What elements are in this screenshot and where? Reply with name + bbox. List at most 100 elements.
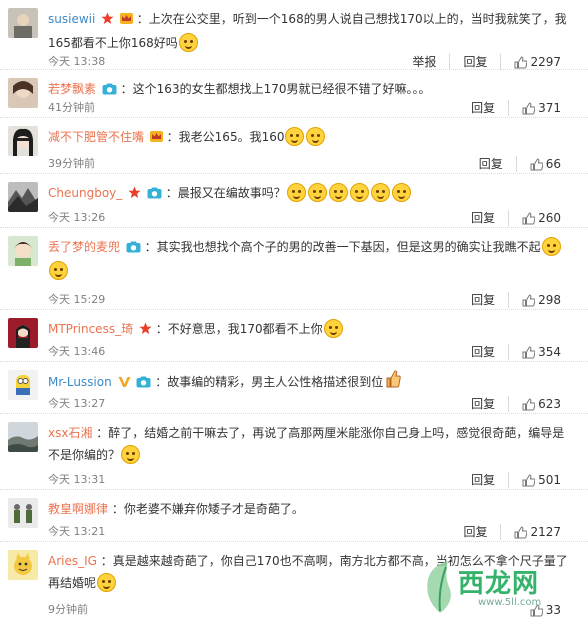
comment-body: ：我老公165。我160 [166,130,285,144]
thumbs-up-icon [522,211,536,224]
comment-time: 今天 13:27 [48,397,106,410]
comment-time: 今天 13:38 [48,55,106,68]
avatar[interactable] [8,498,38,528]
avatar[interactable] [8,126,38,156]
comment-item: Cheungboy_ ：晨报又在编故事吗？ 今天 13:26 回复 260 [0,174,588,228]
reply-button[interactable]: 回复 [458,472,508,488]
comment-actions: 回复 260 [458,210,574,226]
reply-button[interactable]: 回复 [466,156,516,172]
comment-item: 减不下肥管不住嘴 ：我老公165。我160 39分钟前 回复 66 [0,118,588,174]
comment-body: ：你老婆不嫌弃你矮子才是奇葩了。 [111,502,304,516]
like-count: 66 [545,157,561,171]
comment-item: 丢了梦的麦兜 ：其实我也想找个高个子的男的改善一下基因，但是这男的确实让我瞧不起… [0,228,588,310]
username-link[interactable]: MTPrincess_琦 [48,322,133,336]
username-link[interactable]: 教皇啊娜律 [48,502,108,516]
username-link[interactable]: 丢了梦的麦兜 [48,240,120,254]
like-button[interactable]: 66 [515,156,574,172]
comment-body: ：这个163的女生都想找上170男就已经很不错了好嘛。。。 [120,82,431,96]
avatar[interactable] [8,182,38,212]
sleepy-emoji-icon [349,183,369,202]
like-button[interactable]: 2297 [500,54,574,70]
comment-time: 41分钟前 [48,101,95,114]
avatar[interactable] [8,318,38,348]
comment-time: 39分钟前 [48,157,95,170]
avatar[interactable] [8,8,38,38]
think-emoji-icon [307,183,327,202]
reply-button[interactable]: 回复 [458,210,508,226]
thumbs-up-emoji-icon [385,370,401,395]
comment-item: susiewii ：上次在公交里，听到一个168的男人说自己想找170以上的，当… [0,0,588,70]
username-link[interactable]: 减不下肥管不住嘴 [48,130,144,144]
avatar[interactable] [8,370,38,400]
sleepy-emoji-icon [328,183,348,202]
comment-text: 若梦飘素 ：这个163的女生都想找上170男就已经很不错了好嘛。。。 [48,78,574,102]
reply-button[interactable]: 回复 [458,344,508,360]
like-button[interactable]: 260 [508,210,574,226]
reply-button[interactable]: 回复 [450,524,500,540]
verified-v-icon [118,373,131,395]
think-emoji-icon [286,183,306,202]
comment-text: Mr-Lussion ：故事编的精彩，男主人公性格描述很到位 [48,370,574,395]
comment-text: 教皇啊娜律 ：你老婆不嫌弃你矮子才是奇葩了。 [48,498,574,520]
like-button[interactable]: 623 [508,396,574,412]
red-star-icon [101,10,114,32]
comment-actions: 回复 623 [458,396,574,412]
avatar[interactable] [8,422,38,452]
avatar[interactable] [8,236,38,266]
like-button[interactable]: 298 [508,292,574,308]
site-watermark: 西龙网 www.5ll.com [418,557,578,617]
red-star-icon [139,320,152,342]
username-link[interactable]: susiewii [48,12,95,26]
comment-list: susiewii ：上次在公交里，听到一个168的男人说自己想找170以上的，当… [0,0,588,622]
comment-actions: 回复 354 [458,344,574,360]
watermark-url: www.5ll.com [478,597,542,608]
laugh-emoji-icon [285,127,305,146]
like-button[interactable]: 371 [508,100,574,116]
comment-text: 减不下肥管不住嘴 ：我老公165。我160 [48,126,574,150]
reply-button[interactable]: 回复 [458,396,508,412]
comment-item: 教皇啊娜律 ：你老婆不嫌弃你矮子才是奇葩了。 今天 13:21 回复 2127 [0,490,588,542]
comment-actions: 举报 回复 2297 [399,54,574,70]
like-count: 2127 [530,525,561,539]
comment-time: 今天 15:29 [48,293,106,306]
like-count: 2297 [530,55,561,69]
comment-item: xsx石湘 ：醉了，结婚之前干嘛去了，再说了高那两厘米能涨你自己身上吗，感觉很奇… [0,414,588,490]
smirk-emoji-icon [323,319,343,338]
username-link[interactable]: xsx石湘 [48,426,92,440]
cat-emoji-icon [391,183,411,202]
like-button[interactable]: 354 [508,344,574,360]
thumbs-up-icon [514,525,528,538]
thumbs-up-icon [522,101,536,114]
camera-badge-icon [147,184,162,206]
watermark-brand: 西龙网 [458,569,540,599]
comment-actions: 回复 298 [458,292,574,308]
report-button[interactable]: 举报 [399,54,449,70]
leaf-logo-icon [427,561,451,613]
like-button[interactable]: 501 [508,472,574,488]
thumbs-up-icon [522,473,536,486]
comment-text: 丢了梦的麦兜 ：其实我也想找个高个子的男的改善一下基因，但是这男的确实让我瞧不起 [48,236,574,282]
comment-item: MTPrincess_琦 ：不好意思，我170都看不上你 今天 13:46 回复… [0,310,588,362]
sleepy-emoji-icon [541,237,561,256]
username-link[interactable]: Aries_IG [48,554,97,568]
camera-badge-icon [136,373,151,395]
comment-actions: 回复 501 [458,472,574,488]
username-link[interactable]: Cheungboy_ [48,186,122,200]
comment-item: Mr-Lussion ：故事编的精彩，男主人公性格描述很到位 今天 13:27 … [0,362,588,414]
comment-time: 9分钟前 [48,603,88,616]
reply-button[interactable]: 回复 [458,292,508,308]
cat-emoji-icon [370,183,390,202]
avatar[interactable] [8,78,38,108]
thumbs-up-icon [514,55,528,68]
like-count: 354 [538,345,561,359]
like-button[interactable]: 2127 [500,524,574,540]
camera-badge-icon [102,80,117,102]
username-link[interactable]: 若梦飘素 [48,82,96,96]
avatar[interactable] [8,550,38,580]
reply-button[interactable]: 回复 [449,54,500,70]
reply-button[interactable]: 回复 [458,100,508,116]
comment-text: xsx石湘 ：醉了，结婚之前干嘛去了，再说了高那两厘米能涨你自己身上吗，感觉很奇… [48,422,574,466]
comment-text: Cheungboy_ ：晨报又在编故事吗？ [48,182,574,206]
username-link[interactable]: Mr-Lussion [48,375,112,389]
like-count: 501 [538,473,561,487]
